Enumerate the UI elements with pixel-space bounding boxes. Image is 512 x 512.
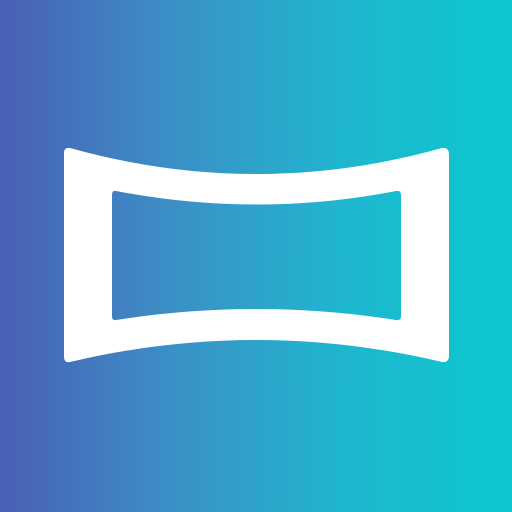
app-icon-tile [0,0,512,512]
panorama-icon [64,147,449,363]
panorama-frame-shape [64,147,449,363]
